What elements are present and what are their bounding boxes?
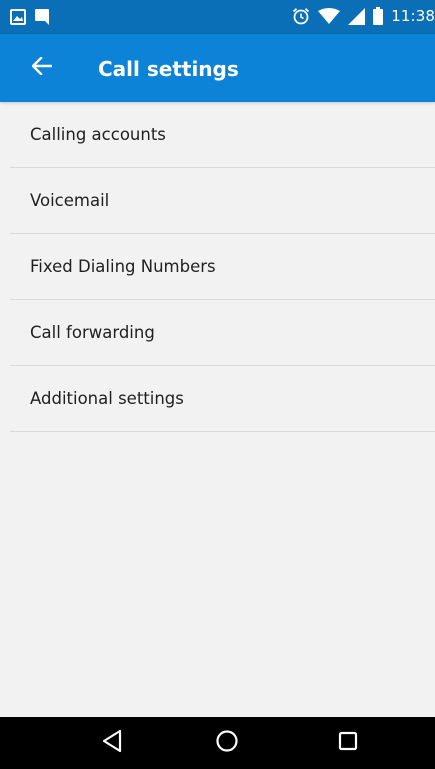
nav-home-button[interactable]: [213, 729, 241, 757]
wifi-icon: [318, 8, 341, 24]
settings-item-voicemail[interactable]: Voicemail: [10, 168, 435, 234]
settings-item-fixed-dialing-numbers[interactable]: Fixed Dialing Numbers: [10, 234, 435, 300]
settings-item-additional-settings[interactable]: Additional settings: [10, 366, 435, 432]
settings-item-label: Voicemail: [30, 191, 110, 210]
nav-recents-button[interactable]: [334, 729, 362, 757]
page-title: Call settings: [98, 57, 239, 81]
settings-item-label: Fixed Dialing Numbers: [30, 257, 216, 276]
cell-signal-icon: [348, 7, 366, 25]
status-bar-time: 11:38: [391, 7, 435, 25]
back-triangle-icon: [101, 729, 123, 757]
battery-icon: [373, 7, 384, 25]
nav-back-button[interactable]: [98, 729, 126, 757]
home-circle-icon: [215, 729, 239, 757]
gallery-notification-icon: [10, 9, 26, 25]
message-notification-icon: [34, 8, 50, 26]
status-bar-system-icons: 11:38: [292, 6, 435, 26]
settings-item-label: Call forwarding: [30, 323, 155, 342]
back-button[interactable]: [24, 50, 60, 86]
arrow-left-icon: [31, 56, 53, 79]
call-settings-screen: 11:38 Call settings Calling accounts Voi…: [0, 0, 435, 769]
status-bar-notifications: [10, 8, 50, 26]
settings-item-label: Calling accounts: [30, 125, 166, 144]
status-bar: 11:38: [0, 0, 435, 34]
settings-item-calling-accounts[interactable]: Calling accounts: [10, 102, 435, 168]
settings-list: Calling accounts Voicemail Fixed Dialing…: [0, 102, 435, 432]
settings-item-call-forwarding[interactable]: Call forwarding: [10, 300, 435, 366]
settings-item-label: Additional settings: [30, 389, 184, 408]
navigation-bar: [0, 717, 435, 769]
app-bar: Call settings: [0, 34, 435, 102]
recents-square-icon: [338, 731, 358, 755]
alarm-icon: [292, 7, 310, 25]
